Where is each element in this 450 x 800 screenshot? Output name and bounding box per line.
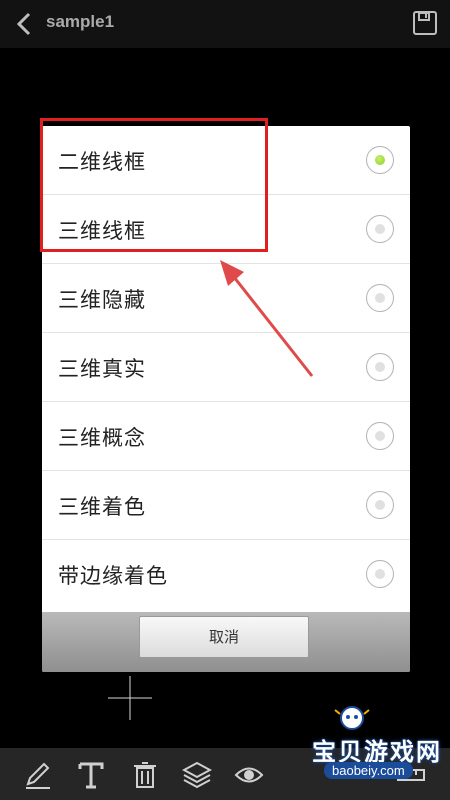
radio-button[interactable] <box>366 284 394 312</box>
option-label: 带边缘着色 <box>58 564 168 588</box>
trash-icon[interactable] <box>130 760 160 790</box>
radio-button[interactable] <box>366 491 394 519</box>
annotation-highlight-box <box>40 118 268 252</box>
option-shaded-with-edges[interactable]: 带边缘着色 <box>42 540 410 609</box>
dialog-footer: 取消 <box>42 612 410 672</box>
option-label: 三维真实 <box>58 357 146 381</box>
chevron-left-icon[interactable] <box>14 12 34 36</box>
annotation-arrow <box>220 260 314 377</box>
eye-icon[interactable] <box>234 760 264 790</box>
option-label: 三维隐藏 <box>58 288 146 312</box>
watermark-url: baobeiy.com <box>324 762 413 779</box>
radio-button[interactable] <box>366 560 394 588</box>
radio-button[interactable] <box>366 215 394 243</box>
radio-button-selected[interactable] <box>366 146 394 174</box>
option-label: 三维概念 <box>58 426 146 450</box>
text-icon[interactable] <box>76 760 106 790</box>
option-3d-conceptual[interactable]: 三维概念 <box>42 402 410 471</box>
layers-icon[interactable] <box>182 760 212 790</box>
radio-button[interactable] <box>366 422 394 450</box>
option-label: 三维着色 <box>58 495 146 519</box>
page-title: sample1 <box>46 12 115 31</box>
floppy-disk-icon[interactable] <box>412 10 438 36</box>
crosshair-cursor <box>108 676 152 720</box>
cancel-button[interactable]: 取消 <box>139 616 309 658</box>
watermark-logo: 宝贝游戏网 baobeiy.com <box>272 704 450 784</box>
app-header: sample1 <box>0 0 450 48</box>
pencil-icon[interactable] <box>22 760 52 790</box>
option-3d-shaded[interactable]: 三维着色 <box>42 471 410 540</box>
radio-button[interactable] <box>366 353 394 381</box>
